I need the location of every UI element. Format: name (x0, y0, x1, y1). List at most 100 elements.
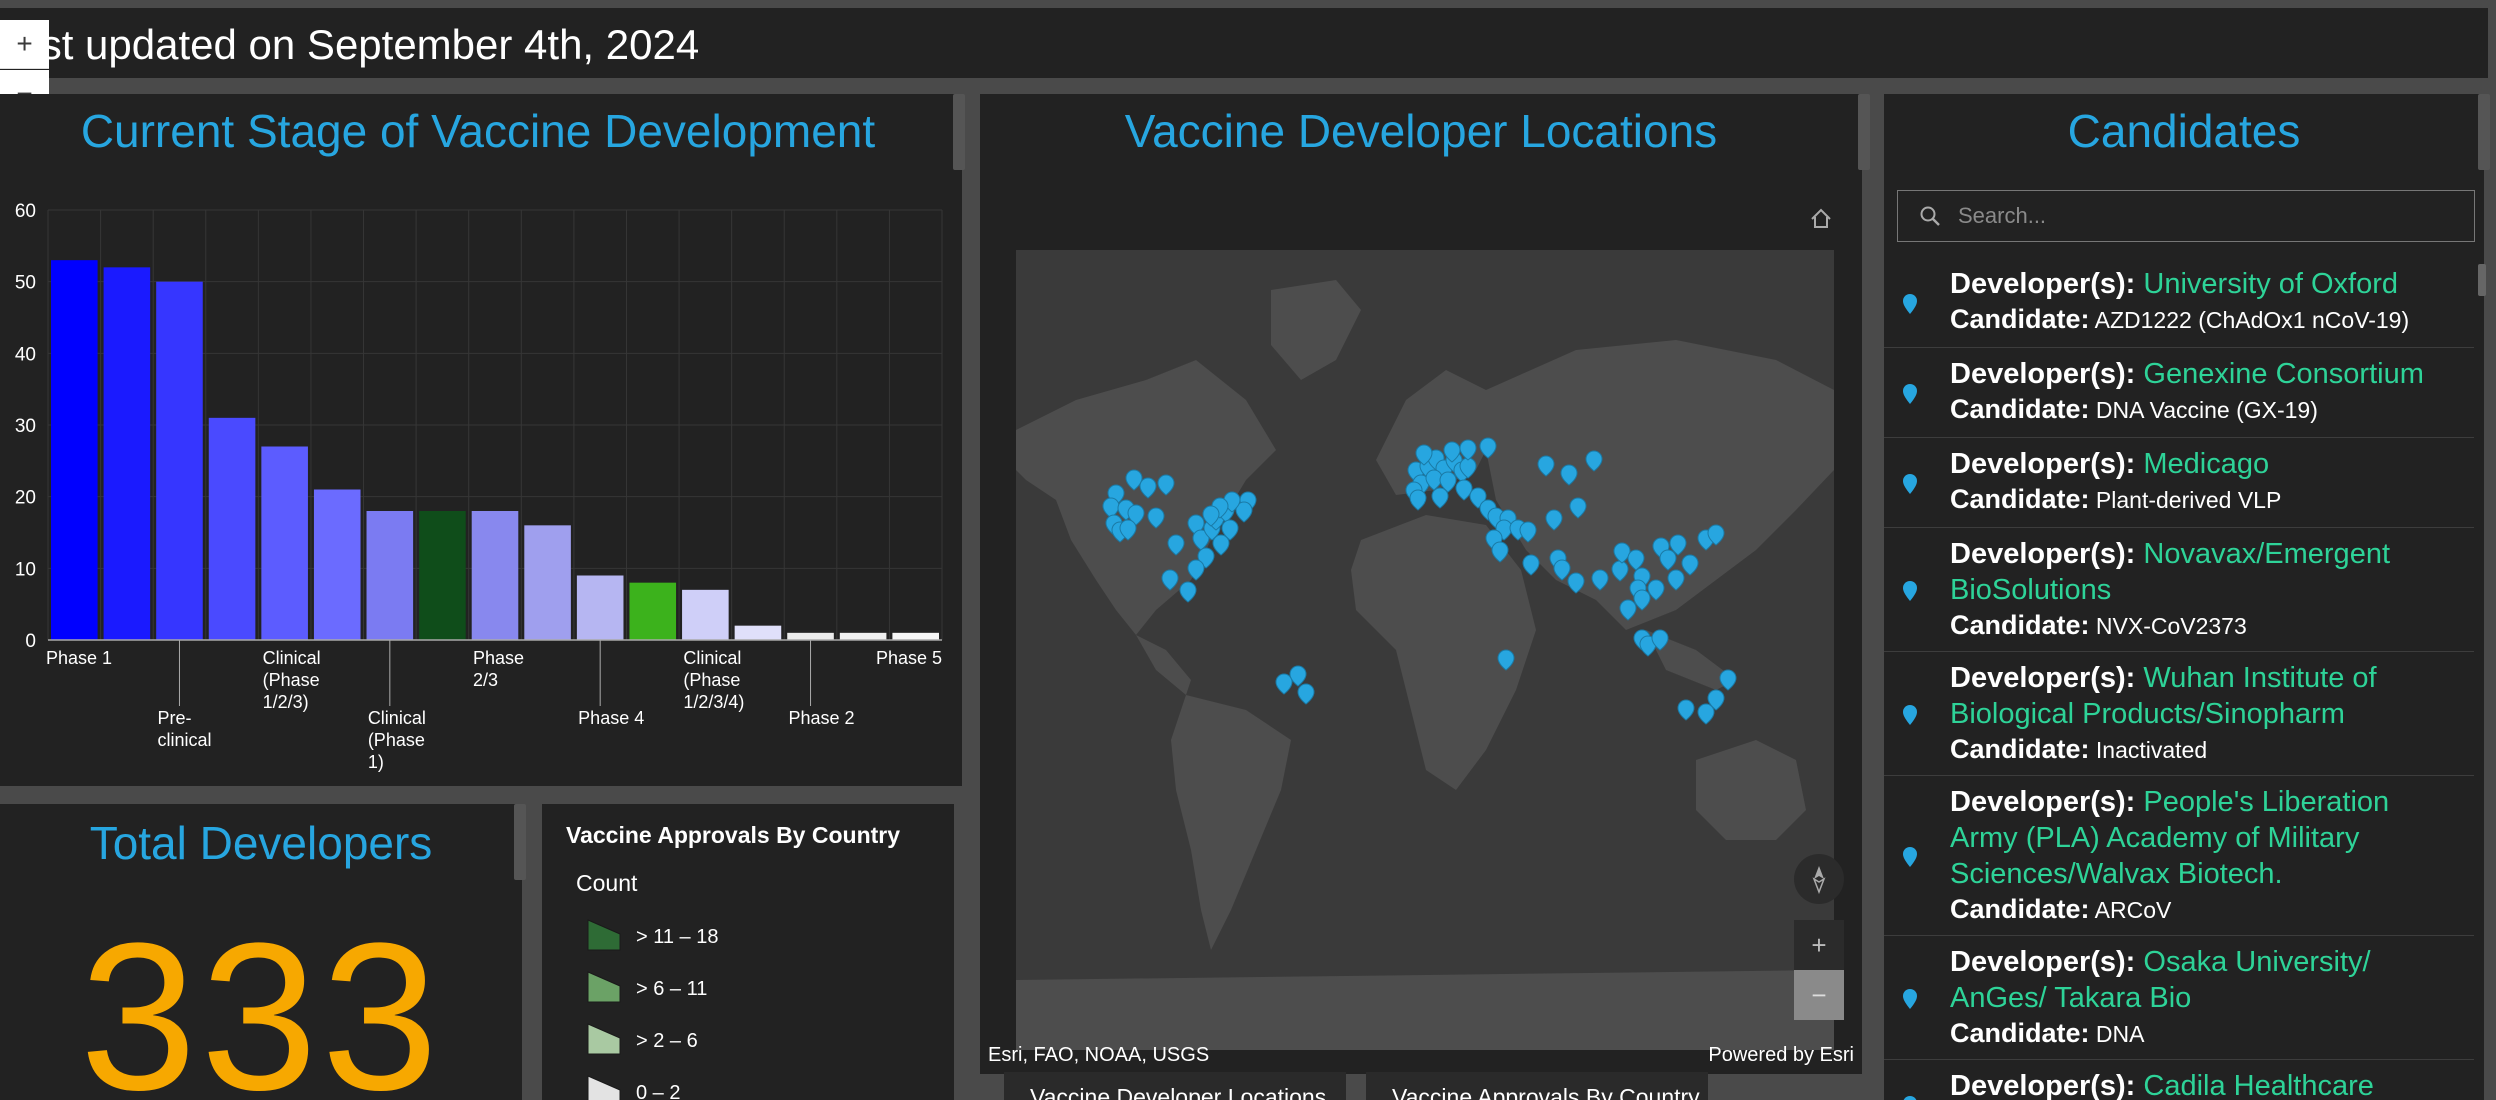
world-map-graphic (1016, 280, 1834, 1050)
candidate-list-item[interactable]: Developer(s): Genexine Consortium Candid… (1884, 348, 2474, 438)
bar (103, 267, 151, 640)
total-developers-value: 333 (79, 899, 443, 1100)
map-zoom-out-button[interactable]: − (1794, 970, 1844, 1020)
candidate-label: Candidate: (1950, 484, 2090, 514)
developer-label: Developer(s): (1950, 662, 2136, 694)
candidate-name: DNA (2095, 1021, 2145, 1047)
candidates-list-scrollbar[interactable] (2478, 264, 2486, 296)
location-pin-icon (1903, 384, 1917, 404)
bar (839, 632, 887, 640)
location-pin-icon (1903, 1096, 1917, 1100)
tab-vaccine-developer-locations[interactable]: Vaccine Developer Locations (1004, 1072, 1346, 1100)
world-map[interactable] (1016, 250, 1834, 1050)
vaccine-stage-chart-panel: Current Stage of Vaccine Development 0 10… (0, 94, 962, 786)
candidate-list-item[interactable]: Developer(s): Novavax/Emergent BioSoluti… (1884, 528, 2474, 652)
greenland-shape (1271, 280, 1361, 380)
x-tick-label: Clinical (Phase 1/2/3/4) (683, 648, 744, 712)
australia-shape (1696, 740, 1806, 840)
compass-button[interactable] (1794, 854, 1844, 904)
y-tick-label: 60 (15, 201, 36, 222)
map-scrollbar[interactable] (1858, 94, 1870, 170)
location-pin-icon (1903, 989, 1917, 1009)
candidate-label: Candidate: (1950, 394, 2090, 424)
location-pin-icon (1903, 847, 1917, 867)
map-home-button[interactable] (1796, 194, 1846, 244)
map-pin-icon (1677, 699, 1695, 721)
bar (576, 575, 624, 640)
tab-vaccine-approvals-by-country[interactable]: Vaccine Approvals By Country (1366, 1072, 1708, 1100)
x-tick-label: Phase 2/3 (473, 648, 524, 690)
x-tick-label: Phase 5 (876, 648, 942, 668)
location-pin-icon (1903, 705, 1917, 725)
location-pin-icon (1903, 581, 1917, 601)
developer-name: Medicago (2143, 448, 2270, 480)
candidate-list-item[interactable]: Developer(s): People's Liberation Army (… (1884, 776, 2474, 936)
legend-swatch (587, 1023, 621, 1055)
developer-name: Cadila Healthcare (2143, 1070, 2374, 1100)
bar (419, 511, 466, 640)
bar (524, 525, 571, 640)
candidate-list-item[interactable]: Developer(s): Osaka University/ AnGes/ T… (1884, 936, 2474, 1060)
candidate-list-item[interactable]: Developer(s): Wuhan Institute of Biologi… (1884, 652, 2474, 776)
bar (682, 589, 729, 640)
bar (156, 281, 203, 640)
chart-scrollbar[interactable] (953, 94, 965, 170)
x-tick-label: Pre-clinical (157, 708, 211, 750)
map-pin-icon (1179, 581, 1197, 603)
compass-icon (1812, 866, 1826, 895)
total-developers-title: Total Developers (89, 817, 433, 869)
location-pin-icon (1903, 474, 1917, 494)
bar (366, 511, 414, 640)
x-tick-label: Clinical (Phase 1/2/3) (263, 648, 321, 712)
map-pin-icon (1297, 683, 1315, 705)
legend-class-label: > 2 – 6 (636, 1030, 698, 1052)
developer-label: Developer(s): (1950, 358, 2136, 390)
bar (734, 625, 782, 640)
developer-locations-panel: Vaccine Developer Locations + − Esri, FA… (980, 94, 1862, 1074)
zoom-in-button[interactable]: + (0, 20, 49, 69)
candidate-name: AZD1222 (ChAdOx1 nCoV-19) (2094, 307, 2410, 333)
candidate-label: Candidate: (1950, 1018, 2090, 1048)
candidate-name: NVX-CoV2373 (2095, 613, 2247, 639)
candidate-list-item[interactable]: Developer(s): University of Oxford Candi… (1884, 258, 2474, 348)
total-developers-panel: Total Developers 333 (0, 804, 522, 1100)
total-scrollbar[interactable] (514, 804, 526, 880)
vaccine-approvals-legend: Vaccine Approvals By Country Count > 11 … (542, 804, 954, 1100)
bar (629, 582, 677, 640)
developer-label: Developer(s): (1950, 448, 2136, 480)
candidate-name: Inactivated (2095, 737, 2208, 763)
x-tick-label: Phase 2 (789, 708, 855, 728)
bar (787, 632, 834, 640)
legend-swatch (587, 919, 621, 951)
bar (471, 511, 519, 640)
candidate-label: Candidate: (1950, 304, 2090, 334)
y-tick-label: 50 (15, 273, 36, 294)
developer-label: Developer(s): (1950, 786, 2136, 818)
y-tick-label: 0 (25, 631, 36, 652)
map-pin-icon (1409, 489, 1427, 511)
legend-class-label: > 6 – 11 (636, 978, 708, 1000)
home-icon (1811, 208, 1831, 228)
developer-label: Developer(s): (1950, 268, 2136, 300)
map-pin-icon (1431, 487, 1449, 509)
map-pin-icon (1275, 673, 1293, 695)
bar (51, 260, 98, 640)
candidate-list-item[interactable]: Developer(s): Cadila Healthcare Candidat… (1884, 1060, 2474, 1100)
y-tick-label: 20 (15, 488, 36, 509)
x-tick-label: Phase 1 (46, 648, 112, 668)
candidate-list-item[interactable]: Developer(s): Medicago Candidate: Plant-… (1884, 438, 2474, 528)
bar (313, 489, 361, 640)
central-america-shape (1136, 635, 1191, 695)
search-box[interactable] (1897, 190, 2475, 242)
search-input[interactable] (1958, 199, 2458, 233)
developer-name: Genexine Consortium (2143, 358, 2424, 390)
candidate-name: ARCoV (2094, 897, 2172, 923)
last-updated-title: Last updated on September 4th, 2024 (0, 21, 700, 68)
map-zoom-in-button[interactable]: + (1794, 920, 1844, 970)
bar (892, 632, 939, 640)
candidate-name: DNA Vaccine (GX-19) (2095, 397, 2318, 423)
legend-swatch (587, 1075, 621, 1100)
y-tick-label: 10 (15, 559, 36, 580)
location-pin-icon (1903, 294, 1917, 314)
candidates-scrollbar[interactable] (2478, 94, 2490, 170)
